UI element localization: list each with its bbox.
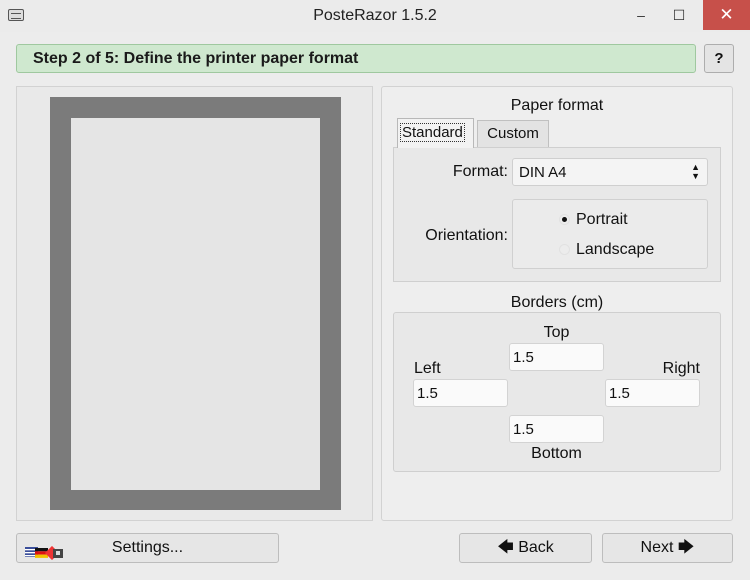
help-button[interactable]: ?: [704, 44, 734, 73]
left-border-value: 1.5: [417, 385, 438, 402]
borders-heading: Borders (cm): [510, 294, 604, 311]
next-arrow-icon: 🡆: [677, 539, 695, 556]
format-label: Format:: [452, 163, 508, 180]
settings-label: Settings...: [111, 539, 184, 556]
landscape-radio[interactable]: [559, 244, 570, 255]
back-arrow-icon: 🡄: [497, 539, 514, 556]
tab-standard-label: Standard: [400, 123, 465, 142]
updown-arrows-icon: ▲ ▼: [691, 162, 700, 181]
settings-button[interactable]: Settings...: [16, 533, 279, 563]
close-button[interactable]: ✕: [703, 0, 750, 30]
language-flags-icon: [25, 542, 69, 561]
portrait-label[interactable]: Portrait: [576, 211, 628, 229]
close-icon: ✕: [719, 5, 734, 24]
step-banner: Step 2 of 5: Define the printer paper fo…: [16, 44, 696, 73]
minimize-button[interactable]: –: [622, 0, 660, 30]
bottom-label: Bottom: [531, 445, 582, 462]
back-button[interactable]: 🡄 Back: [459, 533, 592, 563]
tab-standard[interactable]: Standard: [397, 118, 474, 148]
format-select[interactable]: DIN A4 ▲ ▼: [512, 158, 708, 186]
left-label: Left: [414, 360, 441, 377]
right-border-value: 1.5: [609, 385, 630, 402]
back-label: Back: [518, 539, 554, 556]
step-title: Step 2 of 5: Define the printer paper fo…: [33, 50, 359, 67]
top-border-input[interactable]: 1.5: [509, 343, 604, 371]
bottom-border-value: 1.5: [513, 421, 534, 438]
top-border-value: 1.5: [513, 349, 534, 366]
portrait-radio[interactable]: [559, 214, 570, 225]
maximize-button[interactable]: ☐: [660, 0, 698, 30]
top-label: Top: [543, 324, 570, 341]
right-border-input[interactable]: 1.5: [605, 379, 700, 407]
next-button[interactable]: Next 🡆: [602, 533, 733, 563]
next-label: Next: [640, 539, 674, 556]
maximize-icon: ☐: [672, 7, 686, 23]
landscape-label[interactable]: Landscape: [576, 241, 654, 259]
tab-custom[interactable]: Custom: [477, 120, 549, 147]
bottom-border-input[interactable]: 1.5: [509, 415, 604, 443]
orientation-label: Orientation:: [425, 227, 508, 244]
minimize-icon: –: [637, 7, 645, 23]
paper-format-heading: Paper format: [510, 97, 604, 114]
format-select-value: DIN A4: [519, 164, 567, 181]
paper-preview-printable-area: [71, 118, 320, 490]
left-border-input[interactable]: 1.5: [413, 379, 508, 407]
right-label: Right: [662, 360, 700, 377]
